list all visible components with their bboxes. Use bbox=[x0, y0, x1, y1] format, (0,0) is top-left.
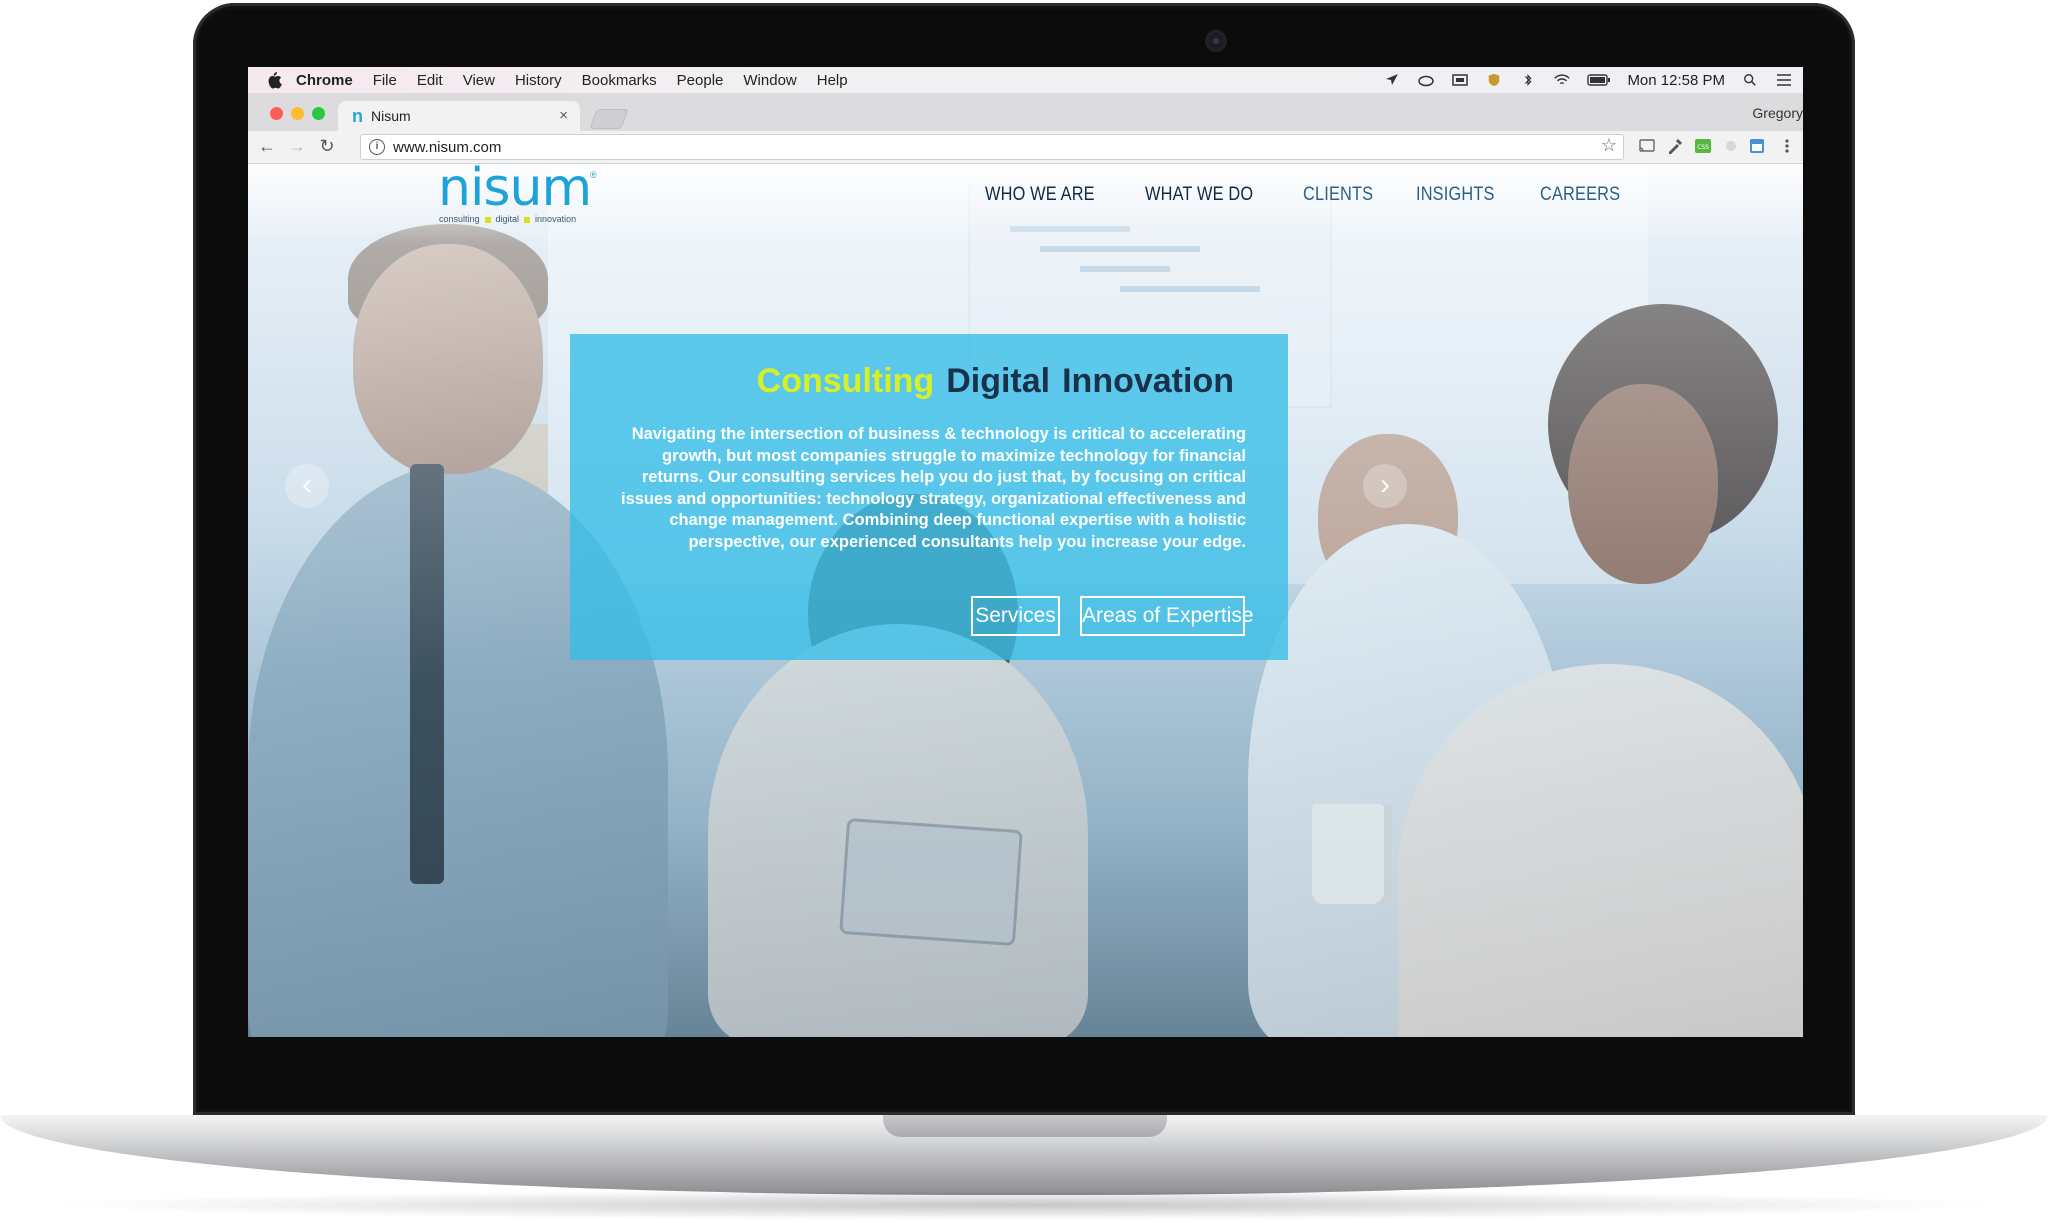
nav-who-we-are[interactable]: WHO WE ARE bbox=[985, 184, 1095, 206]
services-button[interactable]: Services bbox=[971, 596, 1060, 636]
battery-icon[interactable] bbox=[1587, 73, 1611, 87]
camera-icon bbox=[1208, 33, 1224, 49]
hero-body-text: Navigating the intersection of business … bbox=[621, 425, 1246, 551]
tagline-innovation: innovation bbox=[535, 214, 577, 224]
menu-window[interactable]: Window bbox=[743, 72, 796, 89]
browser-tabstrip: n Nisum × Gregory bbox=[248, 93, 1803, 131]
cast-icon[interactable] bbox=[1638, 137, 1656, 155]
extension-green-icon[interactable]: CSS bbox=[1694, 137, 1712, 155]
hero-title: Consulting Digital Innovation bbox=[745, 362, 1234, 401]
laptop-shadow bbox=[40, 1190, 2008, 1220]
mac-menubar: Chrome File Edit View History Bookmarks … bbox=[248, 67, 1803, 93]
wifi-icon[interactable] bbox=[1553, 73, 1571, 87]
menubar-status-area: Mon 12:58 PM bbox=[1383, 67, 1793, 93]
nisum-logo[interactable]: nisum ® consulting digital innovation bbox=[438, 164, 598, 226]
tab-close-icon[interactable]: × bbox=[559, 107, 568, 124]
hero-title-consulting: Consulting bbox=[756, 362, 935, 400]
spotlight-search-icon[interactable] bbox=[1741, 73, 1759, 87]
reload-icon[interactable]: ↻ bbox=[316, 135, 338, 157]
menu-bookmarks[interactable]: Bookmarks bbox=[582, 72, 657, 89]
url-text: www.nisum.com bbox=[393, 138, 502, 156]
apple-icon[interactable] bbox=[266, 71, 282, 89]
back-arrow-icon[interactable]: ← bbox=[256, 135, 278, 157]
logo-wordmark: nisum bbox=[438, 164, 592, 218]
menubar-clock[interactable]: Mon 12:58 PM bbox=[1627, 72, 1725, 89]
profile-name[interactable]: Gregory bbox=[1752, 105, 1803, 121]
minimize-window-button[interactable] bbox=[291, 107, 304, 120]
menu-history[interactable]: History bbox=[515, 72, 562, 89]
location-arrow-icon[interactable] bbox=[1383, 73, 1401, 87]
screen-mirror-icon[interactable] bbox=[1451, 73, 1469, 87]
nav-clients[interactable]: CLIENTS bbox=[1303, 184, 1373, 206]
new-tab-button[interactable] bbox=[589, 109, 629, 129]
browser-toolbar: ← → ↻ i www.nisum.com ☆ CSS bbox=[248, 131, 1803, 164]
extension-grey-dot-icon[interactable] bbox=[1722, 137, 1740, 155]
menu-view[interactable]: View bbox=[463, 72, 495, 89]
tab-nisum[interactable]: n Nisum × bbox=[338, 101, 580, 131]
carousel-next-arrow-icon[interactable]: › bbox=[1363, 464, 1407, 508]
menu-file[interactable]: File bbox=[373, 72, 397, 89]
nav-what-we-do[interactable]: WHAT WE DO bbox=[1145, 184, 1253, 206]
close-window-button[interactable] bbox=[270, 107, 283, 120]
nav-insights[interactable]: INSIGHTS bbox=[1416, 184, 1495, 206]
logo-tagline: consulting digital innovation bbox=[439, 214, 576, 224]
menu-edit[interactable]: Edit bbox=[417, 72, 443, 89]
laptop-base-notch bbox=[883, 1115, 1167, 1137]
carousel-prev-arrow-icon[interactable]: ‹ bbox=[285, 464, 329, 508]
webpage: nisum ® consulting digital innovation WHO … bbox=[248, 164, 1803, 1037]
logo-registered-mark: ® bbox=[590, 170, 597, 180]
shield-icon[interactable] bbox=[1485, 73, 1503, 87]
main-navigation: WHO WE ARE WHAT WE DO CLIENTS INSIGHTS C… bbox=[985, 184, 1633, 206]
hero-title-innovation: Innovation bbox=[1062, 362, 1234, 400]
forward-arrow-icon[interactable]: → bbox=[286, 135, 308, 157]
hero-panel: Consulting Digital Innovation Navigating t… bbox=[570, 334, 1288, 660]
tab-title: Nisum bbox=[371, 108, 411, 124]
menu-dots-icon[interactable] bbox=[1778, 137, 1796, 155]
eyedropper-icon[interactable] bbox=[1666, 137, 1684, 155]
screen: Chrome File Edit View History Bookmarks … bbox=[248, 67, 1803, 1037]
bookmark-star-icon[interactable]: ☆ bbox=[1601, 135, 1617, 156]
hero-title-digital: Digital bbox=[946, 362, 1051, 400]
tagline-consulting: consulting bbox=[439, 214, 480, 224]
menu-help[interactable]: Help bbox=[817, 72, 848, 89]
svg-text:CSS: CSS bbox=[1697, 144, 1709, 151]
nav-careers[interactable]: CAREERS bbox=[1540, 184, 1620, 206]
menu-people[interactable]: People bbox=[677, 72, 724, 89]
site-info-icon[interactable]: i bbox=[369, 139, 385, 155]
bluetooth-icon[interactable] bbox=[1519, 73, 1537, 87]
menu-app-chrome[interactable]: Chrome bbox=[296, 72, 353, 89]
extension-window-icon[interactable] bbox=[1748, 137, 1766, 155]
cloud-sync-icon[interactable] bbox=[1417, 73, 1435, 87]
notification-center-icon[interactable] bbox=[1775, 73, 1793, 87]
window-controls bbox=[270, 107, 325, 120]
zoom-window-button[interactable] bbox=[312, 107, 325, 120]
address-bar[interactable]: i www.nisum.com ☆ bbox=[360, 134, 1624, 160]
tagline-digital: digital bbox=[495, 214, 520, 224]
areas-of-expertise-button[interactable]: Areas of Expertise bbox=[1080, 596, 1254, 636]
nisum-favicon-icon: n bbox=[352, 106, 363, 126]
